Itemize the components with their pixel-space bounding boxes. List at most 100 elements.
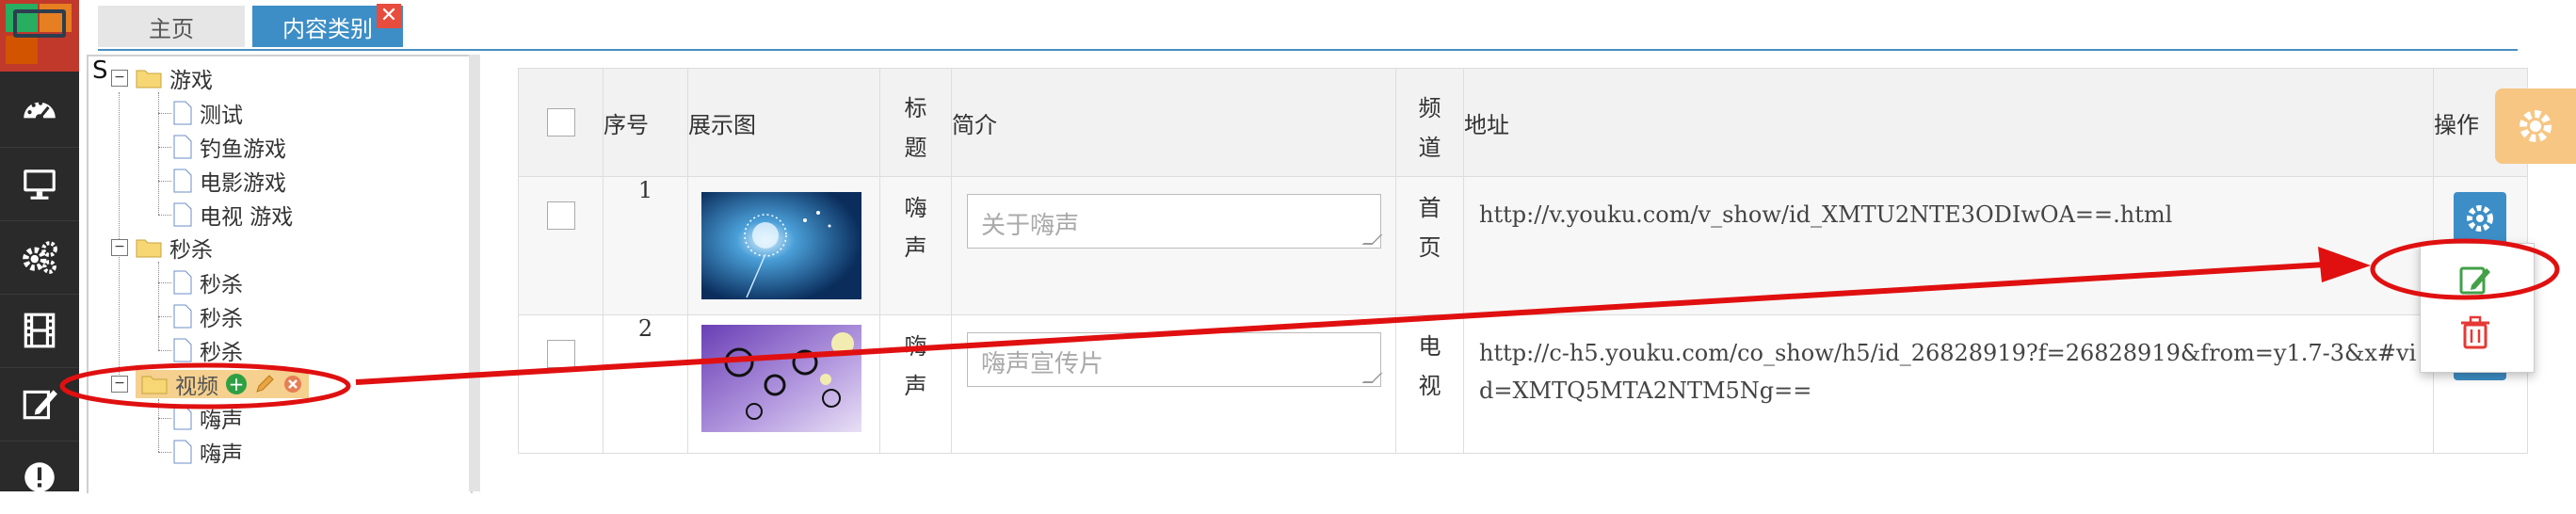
tree-leaf-label: 秒杀: [200, 307, 243, 331]
intro-textarea[interactable]: 关于嗨声: [967, 194, 1381, 249]
row-channel-cell: 电视: [1395, 314, 1464, 454]
table-row: 2 嗨声 嗨声宣传片 电视 http://c-h5.youku.com/co_s…: [518, 314, 2528, 454]
header-intro[interactable]: 简介: [951, 68, 1396, 177]
app-logo[interactable]: [0, 0, 79, 72]
film-icon[interactable]: [0, 294, 79, 367]
select-all-checkbox[interactable]: [546, 108, 575, 137]
select-all-header: [518, 68, 604, 177]
tab-content-category-label: 内容类别: [282, 15, 373, 42]
row-title-cell: 嗨声: [879, 176, 952, 315]
tree-leaf[interactable]: 电影游戏: [173, 165, 286, 197]
page-icon: [173, 169, 192, 193]
row-intro-cell: 关于嗨声: [951, 176, 1396, 315]
tree-leaf-label: 秒杀: [200, 273, 243, 297]
tree-leaf-label: 电视 游戏: [200, 205, 294, 230]
row-image-cell: [687, 176, 880, 315]
header-channel-label: 频道: [1418, 95, 1441, 161]
trash-icon[interactable]: [2456, 313, 2494, 351]
header-address[interactable]: 地址: [1463, 68, 2434, 177]
page-icon: [173, 101, 192, 125]
tree-leaf-label: 嗨声: [200, 409, 243, 433]
header-channel[interactable]: 频道: [1395, 68, 1464, 177]
header-title[interactable]: 标题: [879, 68, 952, 177]
tree-folder-flash-sale[interactable]: − 秒杀: [111, 232, 213, 264]
row-address: http://c-h5.youku.com/co_show/h5/id_2682…: [1479, 340, 2417, 404]
page-icon: [173, 135, 192, 159]
content-table: 序号 展示图 标题 简介 频道 地址 操作 1 嗨声 关于嗨声 首页 http:…: [518, 68, 2528, 454]
folder-icon: [141, 376, 168, 394]
settings-icon[interactable]: [0, 220, 79, 294]
tree-stray-text: S: [92, 56, 108, 85]
tree-leaf[interactable]: 秒杀: [173, 300, 243, 332]
page-icon: [173, 338, 192, 362]
edit-icon[interactable]: [2456, 261, 2494, 298]
collapse-toggle-icon[interactable]: −: [111, 239, 128, 256]
add-node-icon[interactable]: +: [226, 374, 247, 394]
tab-home-label: 主页: [149, 15, 194, 42]
table-row: 1 嗨声 关于嗨声 首页 http://v.youku.com/v_show/i…: [518, 176, 2528, 315]
settings-panel-toggle[interactable]: [2495, 88, 2576, 164]
gear-icon: [2520, 110, 2552, 142]
dandelion-thumbnail: [701, 192, 861, 299]
tree-leaf[interactable]: 电视 游戏: [173, 199, 293, 231]
row-select-cell: [518, 314, 604, 454]
tree-leaf-label: 电影游戏: [200, 171, 286, 196]
page-icon: [173, 304, 192, 329]
edit-icon[interactable]: [0, 367, 79, 441]
row-intro-cell: 嗨声宣传片: [951, 314, 1396, 454]
monitor-icon[interactable]: [0, 147, 79, 220]
collapse-toggle-icon[interactable]: −: [111, 70, 128, 87]
tree-leaf-label: 嗨声: [200, 442, 243, 467]
row-checkbox[interactable]: [546, 340, 575, 368]
row-channel-cell: 首页: [1395, 176, 1464, 315]
action-dropdown: [2420, 243, 2535, 373]
dashboard-icon[interactable]: [0, 73, 79, 147]
tree-leaf[interactable]: 秒杀: [173, 266, 243, 298]
tree-leaf-label: 秒杀: [200, 341, 243, 365]
panel-splitter[interactable]: [469, 55, 480, 491]
tree-leaf[interactable]: 钓鱼游戏: [173, 131, 286, 163]
row-action-button[interactable]: [2454, 192, 2506, 245]
tree-folder-label: 秒杀: [169, 238, 213, 263]
delete-node-icon[interactable]: [282, 374, 303, 394]
folder-icon: [136, 70, 162, 88]
tree-leaf-label: 测试: [200, 104, 243, 128]
folder-icon: [136, 239, 162, 258]
edit-node-icon[interactable]: [254, 374, 275, 394]
row-seq: 2: [603, 314, 688, 454]
intro-textarea[interactable]: 嗨声宣传片: [967, 332, 1381, 387]
page-icon: [173, 202, 192, 227]
tree-folder-video[interactable]: − 视频 +: [111, 368, 309, 400]
header-seq[interactable]: 序号: [603, 68, 688, 177]
tree-folder-games[interactable]: − 游戏: [111, 62, 213, 94]
page-icon: [173, 406, 192, 430]
tab-home[interactable]: 主页: [98, 6, 245, 47]
tree-leaf[interactable]: 嗨声: [173, 402, 243, 434]
alert-icon[interactable]: [0, 441, 79, 514]
row-address: http://v.youku.com/v_show/id_XMTU2NTE3OD…: [1479, 201, 2173, 228]
page-icon: [173, 440, 192, 464]
gear-icon: [2467, 205, 2493, 232]
row-channel: 首页: [1418, 195, 1441, 261]
row-title: 嗨声: [904, 195, 927, 261]
page-icon: [173, 270, 192, 295]
tree-folder-label: 游戏: [169, 69, 213, 93]
tab-close-button[interactable]: ✕: [377, 4, 401, 28]
left-sidebar: [0, 0, 79, 492]
video-node-highlight[interactable]: 视频 +: [136, 370, 309, 399]
row-checkbox[interactable]: [546, 201, 575, 230]
row-address-cell: http://v.youku.com/v_show/id_XMTU2NTE3OD…: [1463, 176, 2434, 315]
row-title: 嗨声: [904, 333, 927, 399]
tree-leaf[interactable]: 测试: [173, 97, 243, 129]
collapse-toggle-icon[interactable]: −: [111, 376, 128, 393]
tree-leaf[interactable]: 秒杀: [173, 334, 243, 366]
row-channel: 电视: [1418, 333, 1441, 399]
tree-folder-label: 视频: [175, 375, 218, 399]
category-tree-panel: [87, 55, 473, 493]
tree-leaf[interactable]: 嗨声: [173, 436, 243, 468]
bubbles-thumbnail: [701, 325, 861, 432]
header-image[interactable]: 展示图: [687, 68, 880, 177]
tree-leaf-label: 钓鱼游戏: [200, 137, 286, 162]
row-image-cell: [687, 314, 880, 454]
header-title-label: 标题: [904, 95, 927, 161]
